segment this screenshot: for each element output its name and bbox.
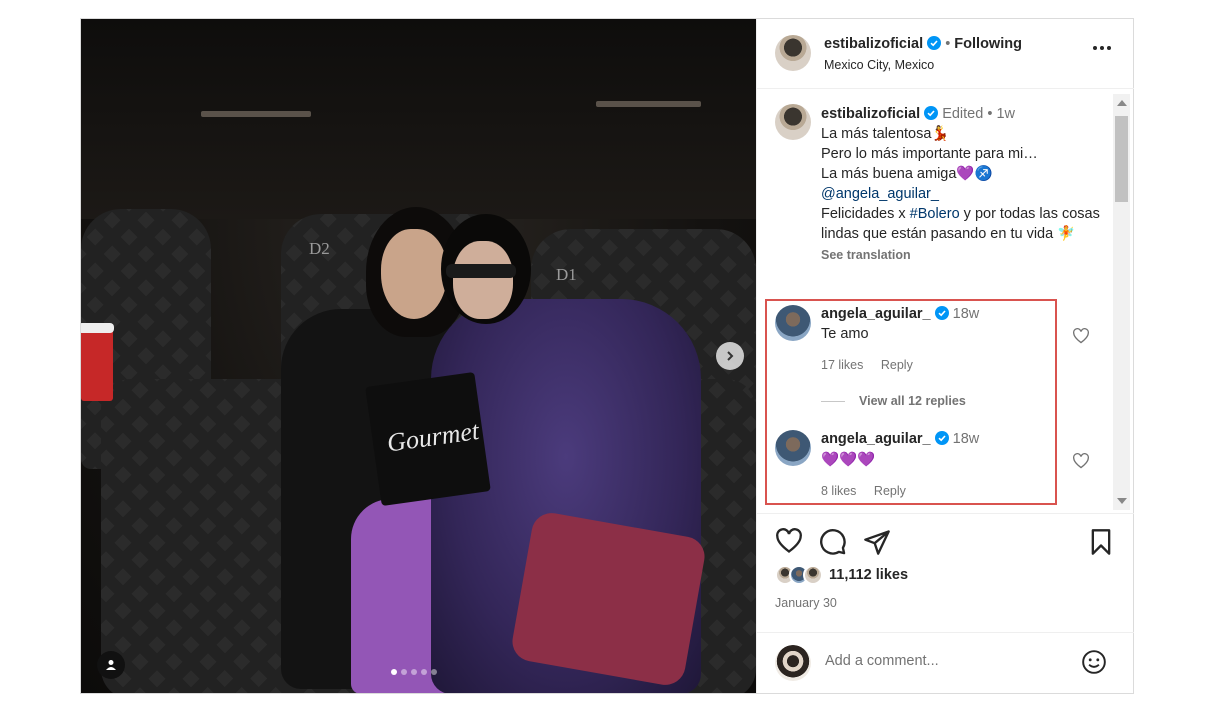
heart-icon[interactable] (1072, 328, 1090, 344)
comment-text: Te amo (821, 326, 869, 342)
avatar[interactable] (775, 104, 811, 140)
caption-time[interactable]: 1w (996, 106, 1015, 122)
post-date[interactable]: January 30 (775, 596, 837, 610)
person-left-face (381, 229, 447, 319)
person-right-face (453, 241, 513, 319)
popcorn-brand: Gourmet (385, 415, 481, 458)
chevron-right-icon (727, 351, 734, 361)
post-actions-section: 11,112 likes January 30 (757, 514, 1134, 693)
comment-likes[interactable]: 17 likes (821, 358, 863, 372)
scroll-down-arrow[interactable] (1117, 498, 1127, 504)
caption-line: Pero lo más importante para mi… (821, 146, 1038, 162)
carousel-dot (421, 669, 427, 675)
background-table (201, 111, 311, 117)
avatar[interactable] (775, 35, 811, 71)
heart-icon[interactable] (775, 528, 803, 554)
comment-composer (757, 632, 1134, 693)
separator-dot: • (945, 36, 951, 52)
comment-item: angela_aguilar_ 18w 💜💜💜 8 likes Reply (821, 431, 1101, 498)
view-replies-button[interactable]: View all 12 replies (821, 394, 966, 408)
drink-cup (81, 323, 114, 401)
comment-actions: 8 likes Reply (821, 484, 1101, 498)
popcorn-box: Gourmet (365, 371, 491, 507)
caption-header: estibalizoficial Edited • 1w (821, 104, 1101, 124)
handbag (509, 509, 708, 689)
comments-scroll-area[interactable]: estibalizoficial Edited • 1w La más tale… (757, 90, 1134, 514)
post-side-panel: estibalizoficial • Following Mexico City… (756, 19, 1134, 693)
comment-icon[interactable] (819, 528, 847, 556)
comment-likes[interactable]: 8 likes (821, 484, 856, 498)
verified-icon (924, 106, 939, 120)
next-photo-button[interactable] (716, 342, 744, 370)
comment-time[interactable]: 18w (953, 431, 980, 447)
comment-actions: 17 likes Reply (821, 358, 1101, 372)
edited-label: Edited (942, 106, 984, 122)
comment-time[interactable]: 18w (953, 306, 980, 322)
likes-count[interactable]: 11,112 likes (829, 567, 908, 583)
carousel-dot (431, 669, 437, 675)
avatar[interactable] (775, 305, 811, 341)
comment-author[interactable]: angela_aguilar_ (821, 306, 931, 322)
carousel-dot (411, 669, 417, 675)
tagged-users-button[interactable] (97, 651, 125, 679)
emoji-icon[interactable] (1081, 649, 1107, 675)
comment-text: 💜💜💜 (821, 452, 876, 468)
post-photo[interactable]: D2 D1 Gourmet (81, 19, 756, 693)
post-modal: D2 D1 Gourmet estibalizoficial • Followi… (80, 18, 1134, 694)
caption-text: Felicidades x (821, 206, 910, 222)
caption-line: La más talentosa💃 (821, 126, 950, 142)
post-caption: estibalizoficial Edited • 1w La más tale… (821, 104, 1101, 265)
comment-item: angela_aguilar_ 18w Te amo 17 likes Repl… (821, 306, 1101, 372)
verified-icon (927, 36, 942, 50)
caption-author[interactable]: estibalizoficial (821, 106, 920, 122)
avatar (803, 565, 823, 585)
heart-icon[interactable] (1072, 453, 1090, 469)
scrollbar-thumb[interactable] (1115, 116, 1128, 202)
see-translation-link[interactable]: See translation (821, 245, 1101, 265)
post-header: estibalizoficial • Following Mexico City… (757, 19, 1134, 89)
header-user-line: estibalizoficial • Following (824, 36, 1022, 52)
carousel-dot (391, 669, 397, 675)
caption-line: La más buena amiga💜♐ (821, 166, 993, 182)
background-table (596, 101, 701, 107)
avatar[interactable] (775, 430, 811, 466)
sunglasses (446, 264, 516, 278)
comment-input[interactable] (825, 653, 1065, 669)
reply-button[interactable]: Reply (874, 484, 906, 498)
caption-hashtag[interactable]: #Bolero (910, 206, 960, 222)
separator-dot: • (987, 106, 993, 122)
more-icon[interactable] (1092, 45, 1112, 51)
carousel-indicator (391, 669, 437, 675)
post-location[interactable]: Mexico City, Mexico (824, 58, 934, 72)
scrollbar[interactable] (1113, 94, 1130, 510)
verified-icon (934, 431, 949, 445)
view-replies-label: View all 12 replies (859, 394, 966, 408)
likes-summary[interactable]: 11,112 likes (775, 565, 908, 585)
author-username[interactable]: estibalizoficial (824, 36, 923, 52)
share-icon[interactable] (863, 528, 891, 556)
seat-label-d2: D2 (309, 239, 330, 258)
caption-mention[interactable]: @angela_aguilar_ (821, 184, 1101, 204)
verified-icon (934, 306, 949, 320)
user-tag-icon (106, 660, 116, 670)
avatar (775, 645, 811, 681)
scroll-up-arrow[interactable] (1117, 100, 1127, 106)
cinema-background (81, 19, 756, 219)
carousel-dot (401, 669, 407, 675)
following-button[interactable]: Following (954, 36, 1022, 52)
reply-button[interactable]: Reply (881, 358, 913, 372)
caption-line: Felicidades x #Bolero y por todas las co… (821, 204, 1101, 244)
bookmark-icon[interactable] (1089, 528, 1113, 556)
seat-label-d1: D1 (556, 265, 577, 284)
comment-author[interactable]: angela_aguilar_ (821, 431, 931, 447)
